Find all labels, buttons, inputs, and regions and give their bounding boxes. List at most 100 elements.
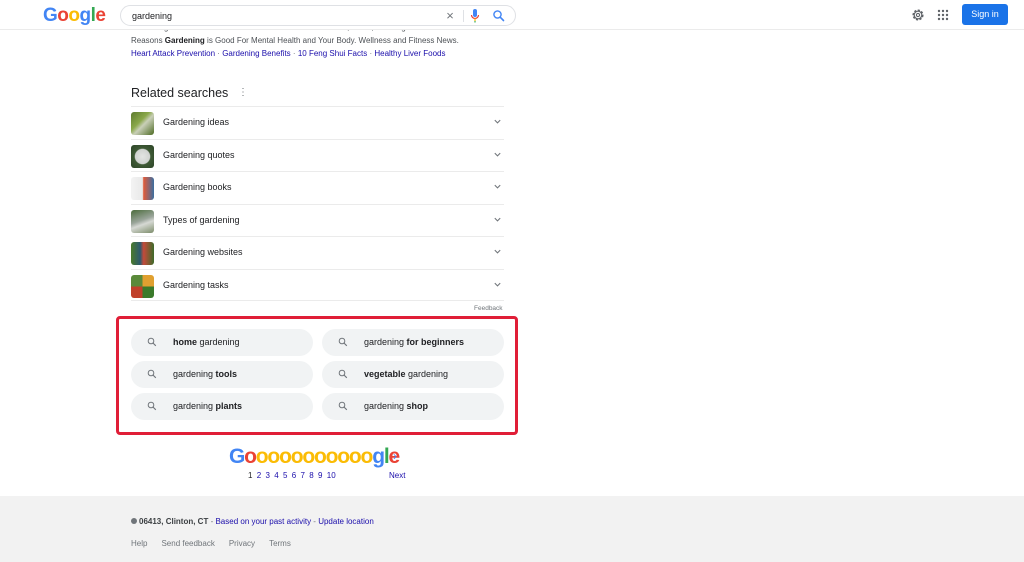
related-searches-list: Gardening ideas Gardening quotes Gardeni…	[131, 106, 504, 301]
pagination-logo-letter: o	[290, 445, 304, 468]
chip-text: gardening	[364, 337, 407, 347]
footer-link-send-feedback[interactable]: Send feedback	[161, 539, 214, 548]
location-text: 06413, Clinton, CT	[139, 517, 209, 526]
footer-links: Help Send feedback Privacy Terms	[131, 539, 305, 548]
chip-bold: for beginners	[406, 337, 465, 347]
google-logo[interactable]: Google	[43, 5, 106, 26]
page-number-link[interactable]: 5	[283, 471, 287, 480]
microphone-icon[interactable]	[469, 8, 481, 24]
suggestion-chip[interactable]: gardening shop	[322, 393, 504, 420]
suggestion-chip[interactable]: vegetable gardening	[322, 361, 504, 388]
thumbnail-image	[131, 144, 154, 168]
snippet-text: Reasons	[131, 35, 165, 45]
suggestion-chip[interactable]: home gardening	[131, 329, 313, 356]
chip-label: gardening plants	[173, 401, 242, 411]
page-numbers: 1 2 3 4 5 6 7 8 9 10	[248, 471, 340, 480]
apps-grid-icon[interactable]	[936, 8, 950, 22]
related-search-item[interactable]: Gardening ideas	[131, 106, 504, 139]
sitelink[interactable]: Gardening Benefits	[222, 49, 291, 58]
suggestion-chip[interactable]: gardening plants	[131, 393, 313, 420]
search-icon	[338, 401, 348, 411]
related-search-item[interactable]: Types of gardening	[131, 203, 504, 237]
chip-text: gardening	[197, 337, 240, 347]
sitelink[interactable]: Heart Attack Prevention	[131, 49, 215, 58]
separator: ·	[292, 49, 296, 58]
page-number-link[interactable]: 6	[292, 471, 296, 480]
pagination-logo-letter: o	[255, 445, 269, 468]
chip-text: gardening	[405, 369, 449, 379]
related-search-label: Types of gardening	[163, 214, 240, 225]
thumbnail-image	[131, 274, 154, 298]
related-search-label: Gardening books	[163, 182, 232, 192]
page-number-link[interactable]: 7	[301, 471, 305, 480]
chip-text: gardening	[364, 401, 407, 411]
sitelink[interactable]: Healthy Liver Foods	[374, 49, 445, 58]
chip-label: gardening tools	[173, 369, 237, 379]
update-location-link[interactable]: Update location	[318, 517, 374, 526]
page-number-link[interactable]: 4	[274, 471, 278, 480]
chip-bold: shop	[406, 401, 429, 411]
logo-letter: e	[95, 5, 106, 26]
chip-label: gardening for beginners	[364, 337, 464, 347]
thumbnail-image	[131, 177, 154, 200]
footer-link-help[interactable]: Help	[131, 539, 147, 548]
feedback-link[interactable]: Feedback	[474, 305, 503, 312]
next-arrow-icon[interactable]: ›	[393, 450, 403, 462]
chip-bold: vegetable	[364, 369, 406, 379]
chip-text: gardening	[173, 369, 216, 379]
sign-in-button[interactable]: Sign in	[962, 4, 1008, 25]
chip-text: gardening	[173, 401, 216, 411]
footer-link-privacy[interactable]: Privacy	[229, 539, 255, 548]
page-number-link[interactable]: 9	[318, 471, 322, 480]
logo-letter: G	[43, 5, 58, 26]
related-searches-title: Related searches	[131, 86, 229, 100]
location-dot-icon	[131, 518, 137, 524]
page-number-current: 1	[248, 471, 253, 480]
logo-letter: o	[68, 5, 80, 26]
related-search-label: Gardening quotes	[163, 149, 235, 160]
thumbnail-image	[131, 209, 154, 233]
separator: ·	[369, 49, 373, 58]
footer: 06413, Clinton, CT - Based on your past …	[0, 496, 1024, 562]
pagination-logo: Gooooooooooogle	[229, 445, 400, 468]
search-input[interactable]	[132, 8, 432, 23]
pagination-logo-letter: G	[229, 445, 245, 468]
suggestion-chip[interactable]: gardening tools	[131, 361, 313, 388]
divider	[463, 10, 464, 22]
more-options-icon[interactable]: ⋮	[238, 87, 248, 99]
next-page-link[interactable]: Next	[389, 471, 405, 480]
chevron-down-icon	[494, 217, 501, 222]
page-number-link[interactable]: 2	[257, 471, 261, 480]
search-icon[interactable]	[491, 8, 507, 24]
thumbnail-image	[131, 242, 154, 265]
sitelinks: Heart Attack Prevention · Gardening Bene…	[131, 48, 446, 60]
pagination-logo-letter: o	[348, 445, 362, 468]
gear-icon[interactable]	[910, 7, 926, 23]
related-search-item[interactable]: Gardening websites	[131, 236, 504, 269]
suggestion-chip[interactable]: gardening for beginners	[322, 329, 504, 356]
page-number-link[interactable]: 3	[266, 471, 270, 480]
chevron-down-icon	[494, 184, 501, 189]
related-search-item[interactable]: Gardening quotes	[131, 138, 504, 172]
past-activity-link[interactable]: Based on your past activity	[215, 517, 311, 526]
chip-bold: tools	[215, 369, 238, 379]
related-search-item[interactable]: Gardening books	[131, 171, 504, 204]
snippet-text: is Good For Mental Health and Your Body.…	[204, 35, 459, 45]
chip-label: vegetable gardening	[364, 369, 448, 379]
page-number-link[interactable]: 8	[309, 471, 313, 480]
search-icon	[147, 337, 157, 347]
chip-bold: home	[173, 337, 198, 347]
header: Google × Sign in	[0, 0, 1024, 30]
sitelink[interactable]: 10 Feng Shui Facts	[298, 49, 367, 58]
chevron-down-icon	[494, 282, 501, 287]
pagination-logo-letter: o	[302, 445, 315, 468]
related-search-label: Gardening websites	[163, 247, 243, 257]
pagination-logo-letter: o	[325, 445, 339, 468]
pagination-logo-letter: g	[372, 445, 385, 468]
chevron-down-icon	[494, 119, 501, 124]
related-search-item[interactable]: Gardening tasks	[131, 268, 504, 301]
footer-link-terms[interactable]: Terms	[269, 539, 291, 548]
clear-icon[interactable]: ×	[443, 9, 457, 23]
chip-label: gardening shop	[364, 401, 428, 411]
page-number-link[interactable]: 10	[327, 471, 336, 480]
